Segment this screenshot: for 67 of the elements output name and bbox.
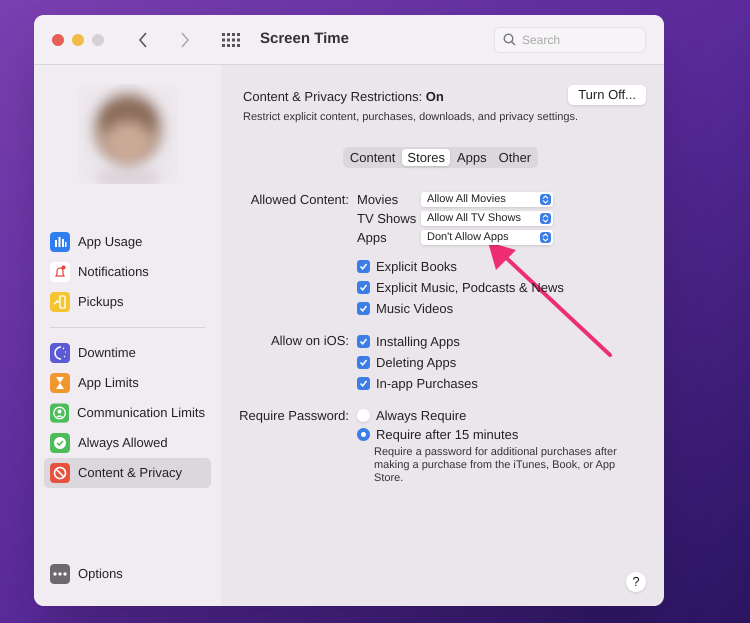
sidebar-item[interactable]: Pickups <box>44 287 211 317</box>
restrictions-description: Restrict explicit content, purchases, downloads, and privacy settings. <box>243 110 580 124</box>
search-icon <box>503 32 516 46</box>
bell-icon <box>50 262 70 282</box>
checkbox[interactable] <box>357 377 370 390</box>
sidebar-item[interactable]: Always Allowed <box>44 428 211 458</box>
checkbox[interactable] <box>357 302 370 315</box>
sidebar-item[interactable]: App Usage <box>44 227 211 257</box>
checkbox-label: Installing Apps <box>376 332 460 351</box>
section-label: Allow on iOS: <box>270 332 350 350</box>
checkmark-icon <box>359 262 368 271</box>
close-button[interactable] <box>52 34 64 46</box>
field-label: Movies <box>357 190 400 209</box>
checkbox-label: Music Videos <box>376 300 454 318</box>
sidebar-item[interactable]: Downtime <box>44 338 211 368</box>
password-note: Require a password for additional purchases after making a purchase from the iTunes, Book, or App Store. <box>374 446 618 485</box>
checkmark-icon <box>359 337 368 346</box>
tab[interactable]: Content <box>344 149 400 166</box>
hourglass-icon <box>50 373 70 393</box>
forward-icon[interactable] <box>180 32 190 48</box>
sidebar-item[interactable]: Content & Privacy <box>44 458 211 488</box>
back-icon[interactable] <box>138 32 148 48</box>
checkmark-icon <box>359 358 368 367</box>
window-title: Screen Time <box>260 29 349 50</box>
tab[interactable]: Apps <box>452 149 492 166</box>
checkbox-label: In-app Purchases <box>376 374 478 393</box>
sidebar-item[interactable]: App Limits <box>44 368 211 398</box>
help-button[interactable]: ? <box>626 572 646 592</box>
restrictions-status: Content & Privacy Restrictions: On <box>243 88 444 106</box>
field-label: Apps <box>357 228 388 247</box>
stepper-icon <box>540 213 551 224</box>
checkmark-icon <box>359 379 368 388</box>
tab[interactable]: Other <box>494 149 536 166</box>
radio-label: Always Require <box>376 406 466 425</box>
checkbox[interactable] <box>357 281 370 294</box>
phone-icon <box>50 292 70 312</box>
popup-button[interactable]: Allow All Movies <box>421 192 553 207</box>
checkmark-icon <box>50 433 70 453</box>
moon-icon <box>50 343 70 363</box>
checkbox[interactable] <box>357 356 370 369</box>
radio-button[interactable] <box>357 409 370 422</box>
grid-icon[interactable] <box>222 32 240 46</box>
sidebar-item[interactable]: Notifications <box>44 257 211 287</box>
more-icon <box>50 564 70 584</box>
checkbox-label: Explicit Books <box>376 258 457 276</box>
checkbox[interactable] <box>357 260 370 273</box>
person-icon <box>50 403 70 423</box>
bar-chart-icon <box>50 232 70 252</box>
search-field[interactable]: Search <box>494 26 646 52</box>
section-label: Require Password: <box>238 407 350 425</box>
radio-button[interactable] <box>357 428 370 441</box>
stepper-icon <box>540 194 551 205</box>
field-label: TV Shows <box>357 210 418 228</box>
turn-off-button[interactable]: Turn Off... <box>568 85 646 105</box>
radio-label: Require after 15 minutes <box>376 426 518 444</box>
section-label: Allowed Content: <box>250 191 350 209</box>
checkmark-icon <box>359 304 368 313</box>
stepper-icon <box>540 232 551 243</box>
sidebar-item[interactable]: Communication Limits <box>44 398 211 428</box>
prohibited-icon <box>50 463 70 483</box>
options-button[interactable]: Options <box>78 564 123 584</box>
popup-button[interactable]: Don't Allow Apps <box>421 230 553 245</box>
checkmark-icon <box>359 283 368 292</box>
checkbox-label: Deleting Apps <box>376 354 456 372</box>
popup-button[interactable]: Allow All TV Shows <box>421 211 553 226</box>
checkbox[interactable] <box>357 335 370 348</box>
tab[interactable]: Stores <box>402 149 450 166</box>
